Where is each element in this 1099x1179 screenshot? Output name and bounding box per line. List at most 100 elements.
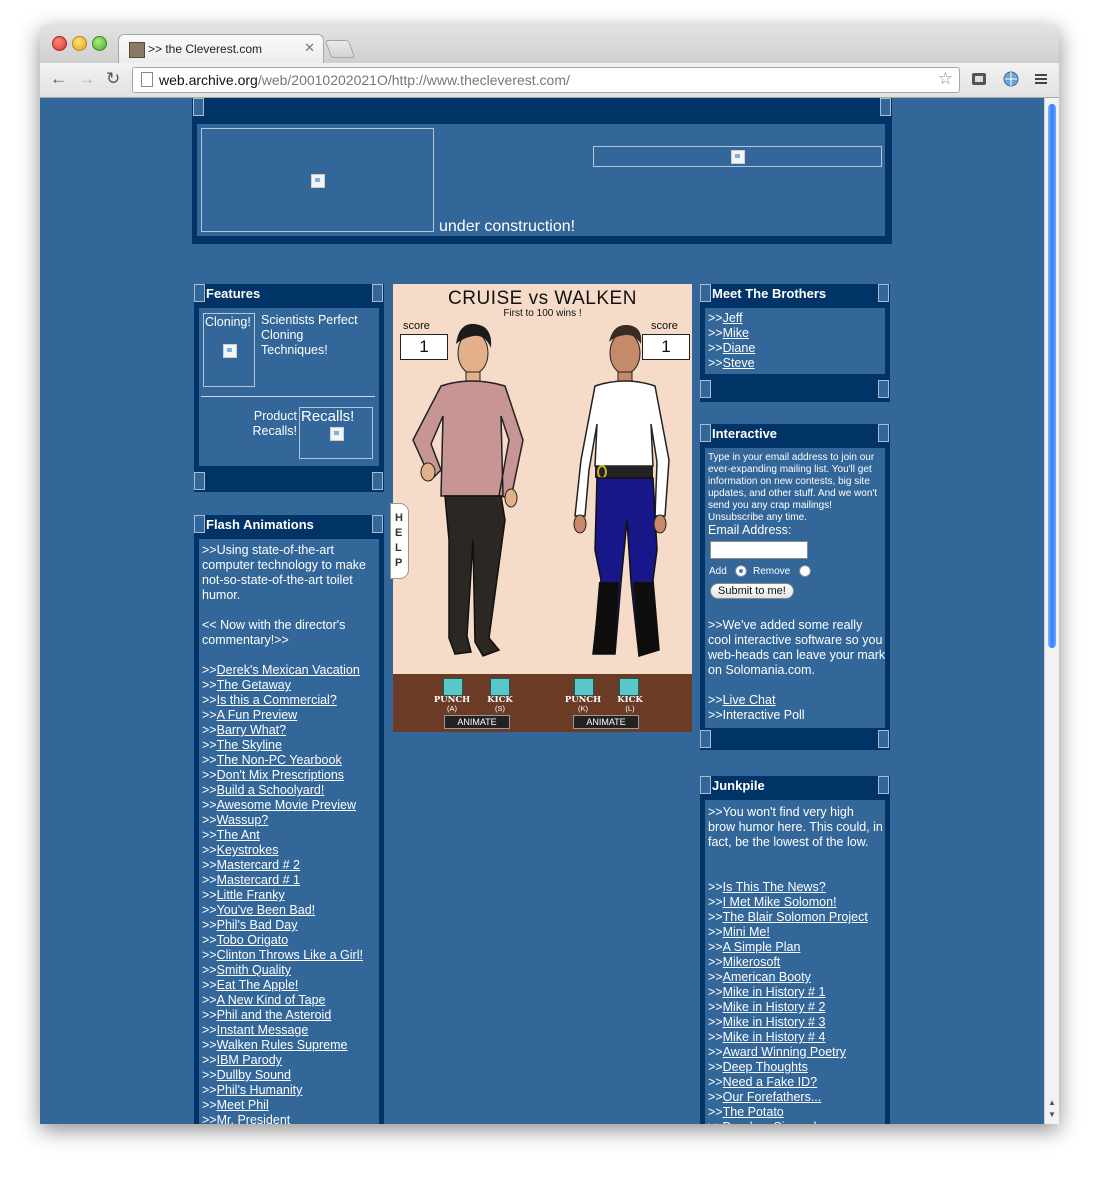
email-field[interactable] (710, 541, 808, 559)
scroll-up-arrow-icon[interactable]: ▲ (1048, 1098, 1056, 1107)
address-bar[interactable]: web.archive.org/web/20010202021O/http://… (132, 67, 960, 93)
junkpile-link[interactable]: The Blair Solomon Project (723, 910, 868, 924)
zoom-window-button[interactable] (92, 36, 107, 51)
junkpile-link[interactable]: American Booty (723, 970, 811, 984)
menu-icon[interactable] (1032, 70, 1050, 88)
flash-link[interactable]: Barry What? (217, 723, 286, 737)
flash-link[interactable]: Little Franky (217, 888, 285, 902)
flash-links-list: >> Derek's Mexican Vacation >> The Getaway >… (202, 663, 363, 1124)
junkpile-link[interactable]: Award Winning Poetry (723, 1045, 846, 1059)
brothers-link[interactable]: Mike (723, 326, 749, 340)
flash-link[interactable]: Keystrokes (217, 843, 279, 857)
vertical-scrollbar[interactable]: ▲ ▼ (1044, 98, 1059, 1124)
extension-icon[interactable] (970, 70, 988, 88)
remove-radio[interactable] (799, 565, 811, 577)
back-arrow-icon[interactable]: ← (50, 69, 67, 89)
brothers-link[interactable]: Jeff (723, 311, 743, 325)
close-window-button[interactable] (52, 36, 67, 51)
cruise-vs-walken-game[interactable]: CRUISE vs WALKEN First to 100 wins ! sco… (393, 284, 692, 732)
tab-close-icon[interactable]: ✕ (304, 40, 315, 56)
scroll-down-arrow-icon[interactable]: ▼ (1048, 1110, 1056, 1119)
flash-link[interactable]: Walken Rules Supreme (217, 1038, 348, 1052)
flash-link[interactable]: Tobo Origato (217, 933, 289, 947)
live-chat-link[interactable]: Live Chat (723, 693, 776, 707)
junkpile-link[interactable]: Mikerosoft (723, 955, 781, 969)
flash-link[interactable]: Build a Schoolyard! (217, 783, 325, 797)
junkpile-link[interactable]: Need a Fake ID? (723, 1075, 818, 1089)
bookmark-star-icon[interactable]: ☆ (938, 69, 953, 89)
flash-link[interactable]: IBM Parody (217, 1053, 282, 1067)
flash-link[interactable]: Don't Mix Prescriptions (217, 768, 344, 782)
flash-link[interactable]: The Getaway (217, 678, 291, 692)
flash-link[interactable]: Is this a Commercial? (217, 693, 337, 707)
flash-link[interactable]: Clinton Throws Like a Girl! (217, 948, 363, 962)
flash-link[interactable]: Eat The Apple! (217, 978, 299, 992)
add-radio[interactable] (735, 565, 747, 577)
cruise-animate-button[interactable]: ANIMATE (444, 715, 510, 729)
flash-link[interactable]: Derek's Mexican Vacation (217, 663, 360, 677)
flash-link[interactable]: Mastercard # 1 (217, 873, 300, 887)
flash-link[interactable]: A New Kind of Tape (217, 993, 326, 1007)
prefix: >> (708, 940, 723, 954)
flash-title: Flash Animations (206, 517, 314, 532)
list-item: >>Phil's Bad Day (202, 918, 363, 933)
flash-link[interactable]: Smith Quality (217, 963, 291, 977)
flash-link[interactable]: Wassup? (217, 813, 269, 827)
flash-link[interactable]: Mr. President (217, 1113, 291, 1124)
cruise-kick-button[interactable] (490, 678, 510, 696)
flash-link[interactable]: Instant Message (217, 1023, 309, 1037)
forward-arrow-icon[interactable]: → (78, 69, 95, 89)
cloning-image-link[interactable]: Cloning! (203, 313, 255, 387)
prefix: >> (202, 753, 217, 767)
flash-link[interactable]: Meet Phil (217, 1098, 269, 1112)
favicon-icon (129, 42, 145, 58)
flash-link[interactable]: You've Been Bad! (217, 903, 316, 917)
junkpile-link[interactable]: I Met Mike Solomon! (723, 895, 837, 909)
prefix: >> (202, 1113, 217, 1124)
list-item: >>Mike in History # 3 (708, 1015, 868, 1030)
list-item: >>Build a Schoolyard! (202, 783, 363, 798)
flash-link[interactable]: Phil's Humanity (217, 1083, 303, 1097)
brothers-link[interactable]: Diane (723, 341, 756, 355)
reload-icon[interactable]: ↻ (106, 69, 120, 89)
prefix: >> (202, 1083, 217, 1097)
junkpile-link[interactable]: Mike in History # 1 (723, 985, 826, 999)
walken-kick-button[interactable] (619, 678, 639, 696)
flash-link[interactable]: A Fun Preview (217, 708, 298, 722)
junkpile-link[interactable]: Drunken Sing-a-long (723, 1120, 838, 1124)
cruise-punch-button[interactable] (443, 678, 463, 696)
scrollbar-thumb[interactable] (1048, 104, 1056, 648)
flash-link[interactable]: Mastercard # 2 (217, 858, 300, 872)
junkpile-link[interactable]: Mike in History # 3 (723, 1015, 826, 1029)
features-body: Cloning! Scientists Perfect Cloning Tech… (199, 308, 379, 466)
new-tab-button[interactable] (324, 40, 356, 58)
recalls-image-link[interactable]: Recalls! (299, 407, 373, 459)
junkpile-link[interactable]: Mike in History # 2 (723, 1000, 826, 1014)
globe-icon[interactable] (1002, 70, 1020, 88)
flash-link[interactable]: Dullby Sound (217, 1068, 291, 1082)
junkpile-link[interactable]: Deep Thoughts (723, 1060, 808, 1074)
list-item: >>You've Been Bad! (202, 903, 363, 918)
minimize-window-button[interactable] (72, 36, 87, 51)
flash-link[interactable]: The Non-PC Yearbook (217, 753, 342, 767)
junkpile-link[interactable]: The Potato (723, 1105, 784, 1119)
junkpile-link[interactable]: A Simple Plan (723, 940, 801, 954)
brothers-link[interactable]: Steve (723, 356, 755, 370)
flash-link[interactable]: Awesome Movie Preview (217, 798, 356, 812)
junkpile-link[interactable]: Our Forefathers... (723, 1090, 822, 1104)
tab-active[interactable]: >> the Cleverest.com ✕ (118, 34, 324, 64)
help-tab[interactable]: H E L P (390, 503, 409, 579)
flash-link[interactable]: Phil's Bad Day (217, 918, 298, 932)
walken-punch-button[interactable] (574, 678, 594, 696)
junkpile-link[interactable]: Mike in History # 4 (723, 1030, 826, 1044)
flash-link[interactable]: The Skyline (217, 738, 282, 752)
list-item: >>Wassup? (202, 813, 363, 828)
list-item: >>The Non-PC Yearbook (202, 753, 363, 768)
walken-animate-button[interactable]: ANIMATE (573, 715, 639, 729)
flash-link[interactable]: Phil and the Asteroid (217, 1008, 332, 1022)
submit-button[interactable]: Submit to me! (710, 583, 794, 599)
junkpile-link[interactable]: Is This The News? (723, 880, 826, 894)
junkpile-link[interactable]: Mini Me! (723, 925, 770, 939)
flash-link[interactable]: The Ant (217, 828, 260, 842)
banner-ad-image[interactable] (593, 146, 882, 167)
